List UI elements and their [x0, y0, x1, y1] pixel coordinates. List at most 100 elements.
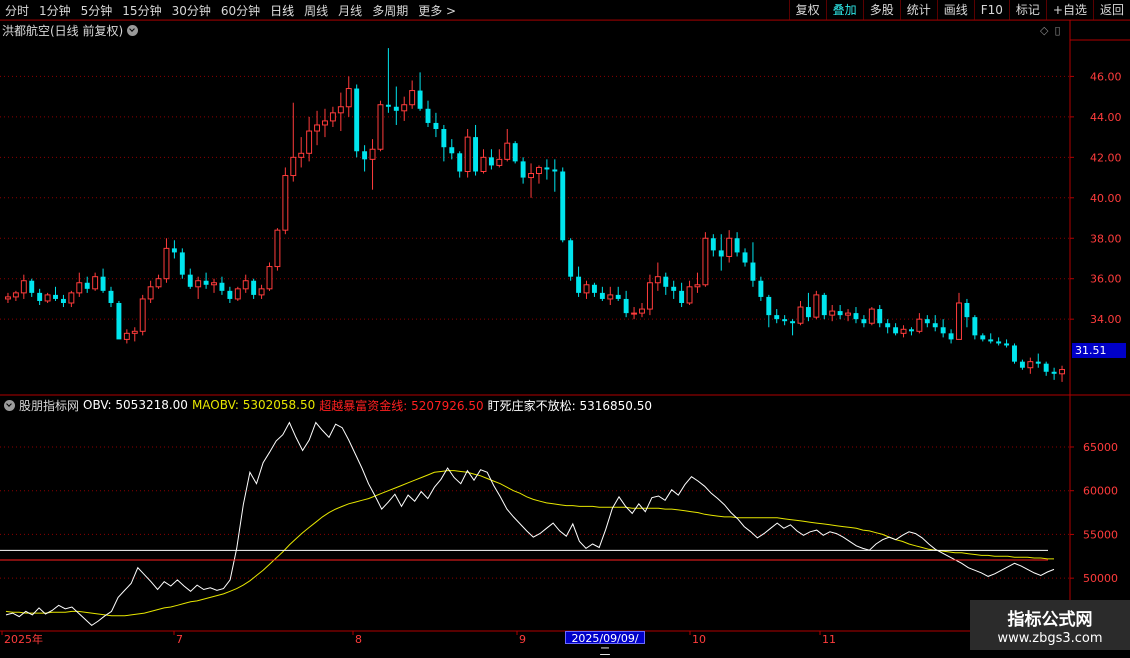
candle-body	[203, 280, 209, 285]
candle-body	[908, 329, 914, 332]
candle-body	[155, 278, 162, 288]
candle-body	[544, 167, 550, 170]
candle-body	[568, 240, 574, 277]
candle-body	[956, 302, 962, 340]
candle-body	[520, 161, 526, 178]
candle-body	[385, 104, 391, 107]
candle-body	[369, 148, 376, 160]
candle-body	[734, 238, 740, 253]
x-tick-label: 10	[692, 633, 706, 646]
candle-body	[663, 276, 669, 287]
candle-body	[766, 296, 772, 316]
candle-body	[282, 175, 289, 231]
candle-body	[1019, 361, 1025, 368]
candle-body	[362, 151, 368, 160]
candle-body	[417, 90, 423, 109]
candle-body	[639, 308, 645, 314]
candle-body	[76, 282, 83, 294]
candle-body	[821, 294, 827, 316]
candle-body	[393, 106, 399, 111]
candle-body	[631, 312, 638, 315]
candle-body	[20, 280, 27, 294]
candle-body	[972, 317, 978, 336]
candle-body	[750, 262, 756, 281]
candle-body	[710, 238, 716, 251]
candle-body	[646, 282, 653, 310]
candle-body	[774, 315, 780, 320]
candle-body	[758, 280, 764, 297]
candle-body	[671, 286, 677, 291]
candle-body	[782, 319, 788, 322]
candle-body	[401, 104, 408, 112]
candle-body	[837, 311, 843, 316]
watermark: 指标公式网 www.zbgs3.com	[970, 600, 1130, 650]
candle-body	[504, 142, 511, 160]
obv-tick-label: 55000	[1083, 528, 1118, 541]
candle-body	[623, 298, 629, 314]
candle-body	[29, 280, 35, 293]
candle-body	[171, 248, 177, 253]
candle-body	[853, 313, 859, 320]
candle-body	[306, 130, 313, 154]
candle-body	[298, 152, 305, 158]
candle-body	[591, 284, 597, 293]
cursor-date-tag: 2025/09/09/二	[565, 631, 645, 658]
candle-body	[718, 250, 724, 257]
candle-body	[242, 280, 249, 290]
obv-tick-label: 50000	[1083, 572, 1118, 585]
candle-body	[195, 280, 202, 288]
candle-body	[377, 104, 384, 150]
price-tick-label: 44.00	[1090, 111, 1122, 124]
candle-body	[464, 136, 471, 172]
chart-canvas: 46.00 44.00 42.00 40.00 38.00 36.00 34.00 65000…	[0, 19, 1130, 646]
candle-body	[797, 306, 804, 324]
candle-body	[893, 327, 899, 334]
candle-body	[12, 292, 19, 298]
candle-body	[560, 171, 566, 241]
candle-body	[147, 286, 154, 300]
obv-tick-label: 60000	[1083, 485, 1118, 498]
candle-body	[139, 298, 146, 332]
candle-body	[726, 237, 733, 257]
candle-body	[1004, 343, 1010, 346]
candle-body	[829, 310, 836, 316]
chevron-down-icon[interactable]	[4, 399, 15, 411]
watermark-url: www.zbgs3.com	[997, 631, 1103, 646]
indicator-legend: 股朋指标网 OBV: 5053218.00 MAOBV: 5302058.50 …	[2, 398, 656, 413]
candle-body	[654, 276, 661, 284]
candle-body	[108, 290, 114, 303]
obv-value: OBV: 5053218.00	[83, 398, 188, 412]
candle-body	[131, 330, 138, 334]
candle-body	[480, 156, 487, 172]
x-tick-label: 9	[519, 633, 526, 646]
candle-body	[552, 169, 558, 172]
candle-body	[996, 341, 1002, 344]
candle-body	[433, 122, 439, 130]
candle-body	[1027, 361, 1034, 369]
candle-body	[337, 106, 344, 114]
x-tick-label: 2025年	[4, 632, 43, 646]
line3-value: 超越暴富资金线: 5207926.50	[319, 398, 484, 413]
candle-body	[988, 339, 994, 342]
price-tick-label: 34.00	[1090, 313, 1122, 326]
candle-body	[329, 112, 336, 122]
candle-body	[354, 88, 360, 152]
candle-body	[457, 153, 463, 172]
candle-body	[322, 120, 328, 126]
candle-body	[1043, 363, 1049, 372]
candle-body	[607, 294, 614, 300]
candle-body	[274, 229, 281, 268]
price-tick-label: 46.00	[1090, 70, 1122, 83]
candle-body	[790, 321, 796, 324]
candle-body	[179, 252, 185, 275]
candle-body	[900, 328, 907, 334]
candle-body	[345, 88, 352, 108]
candle-body	[512, 143, 518, 162]
candle-body	[576, 276, 582, 293]
candle-body	[409, 90, 416, 106]
candle-body	[488, 157, 494, 166]
watermark-title: 指标公式网	[1007, 610, 1093, 630]
candle-body	[1059, 369, 1065, 375]
candle-body	[123, 332, 130, 340]
maobv-line	[5, 470, 1054, 617]
